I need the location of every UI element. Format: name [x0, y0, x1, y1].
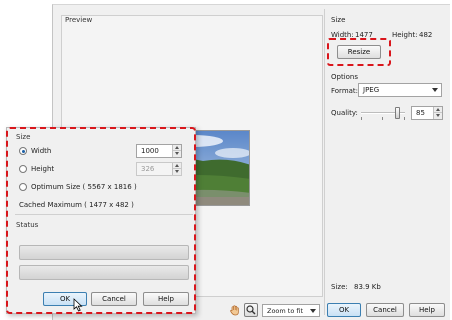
height-label: Height:	[392, 31, 418, 39]
quality-spin-buttons[interactable]	[433, 107, 442, 119]
mouse-pointer-icon	[73, 298, 83, 312]
dialog-divider	[15, 214, 193, 215]
width-radio[interactable]	[19, 147, 27, 155]
preview-label: Preview	[65, 16, 93, 24]
format-label: Format:	[331, 87, 359, 95]
size-section-label: Size	[331, 16, 346, 24]
height-radio[interactable]	[19, 165, 27, 173]
zoom-select[interactable]: Zoom to fit	[262, 304, 320, 317]
dialog-size-label: Size	[16, 133, 31, 141]
format-select[interactable]: JPEG	[358, 83, 442, 97]
zoom-tool-button[interactable]	[244, 303, 258, 317]
file-size-value: 83.9 Kb	[354, 283, 381, 291]
format-value: JPEG	[363, 86, 380, 94]
zoom-value: Zoom to fit	[267, 306, 304, 315]
file-size-label: Size:	[331, 283, 348, 291]
slider-tick	[404, 117, 405, 120]
optimum-size-label: Optimum Size ( 5567 x 1816 )	[31, 183, 137, 191]
resize-dialog: Size Width 1000 Height 326 Optimum Size …	[6, 127, 196, 314]
hand-pan-icon	[230, 305, 239, 316]
dialog-height-value: 326	[141, 165, 155, 173]
main-ok-button[interactable]: OK	[327, 303, 361, 317]
quality-label: Quality:	[331, 109, 358, 117]
optimum-radio[interactable]	[19, 183, 27, 191]
spin-down-icon[interactable]	[434, 113, 442, 119]
cached-maximum-label: Cached Maximum ( 1477 x 482 )	[19, 201, 134, 209]
quality-slider-thumb[interactable]	[395, 107, 400, 119]
main-help-button[interactable]: Help	[409, 303, 445, 317]
chevron-down-icon	[310, 309, 316, 313]
spin-down-icon[interactable]	[173, 151, 181, 157]
hand-pan-button[interactable]	[228, 303, 242, 317]
dialog-width-value: 1000	[141, 147, 159, 155]
dialog-help-button[interactable]: Help	[143, 292, 189, 306]
options-section-label: Options	[331, 73, 359, 81]
resize-highlight	[327, 38, 391, 66]
width-spin-buttons[interactable]	[172, 145, 181, 157]
status-progress-bar-1	[19, 245, 189, 260]
height-radio-option[interactable]: Height	[19, 165, 54, 173]
dialog-height-label: Height	[31, 165, 55, 173]
slider-tick	[361, 117, 362, 120]
height-spin-buttons	[172, 163, 181, 175]
spin-down-icon	[173, 169, 181, 175]
main-cancel-button[interactable]: Cancel	[366, 303, 404, 317]
optimum-radio-option[interactable]: Optimum Size ( 5567 x 1816 )	[19, 183, 137, 191]
height-value: 482	[419, 31, 433, 39]
magnifier-icon	[246, 305, 256, 315]
dialog-width-spinbox[interactable]: 1000	[136, 144, 182, 158]
width-radio-option[interactable]: Width	[19, 147, 51, 155]
dialog-width-label: Width	[31, 147, 52, 155]
slider-tick	[382, 117, 383, 120]
chevron-down-icon	[432, 88, 438, 92]
status-progress-bar-2	[19, 265, 189, 280]
status-label: Status	[16, 221, 39, 229]
dialog-height-spinbox: 326	[136, 162, 182, 176]
quality-value: 85	[416, 109, 425, 117]
quality-spinbox[interactable]: 85	[411, 106, 443, 120]
panel-divider	[324, 9, 325, 315]
dialog-cancel-button[interactable]: Cancel	[91, 292, 137, 306]
